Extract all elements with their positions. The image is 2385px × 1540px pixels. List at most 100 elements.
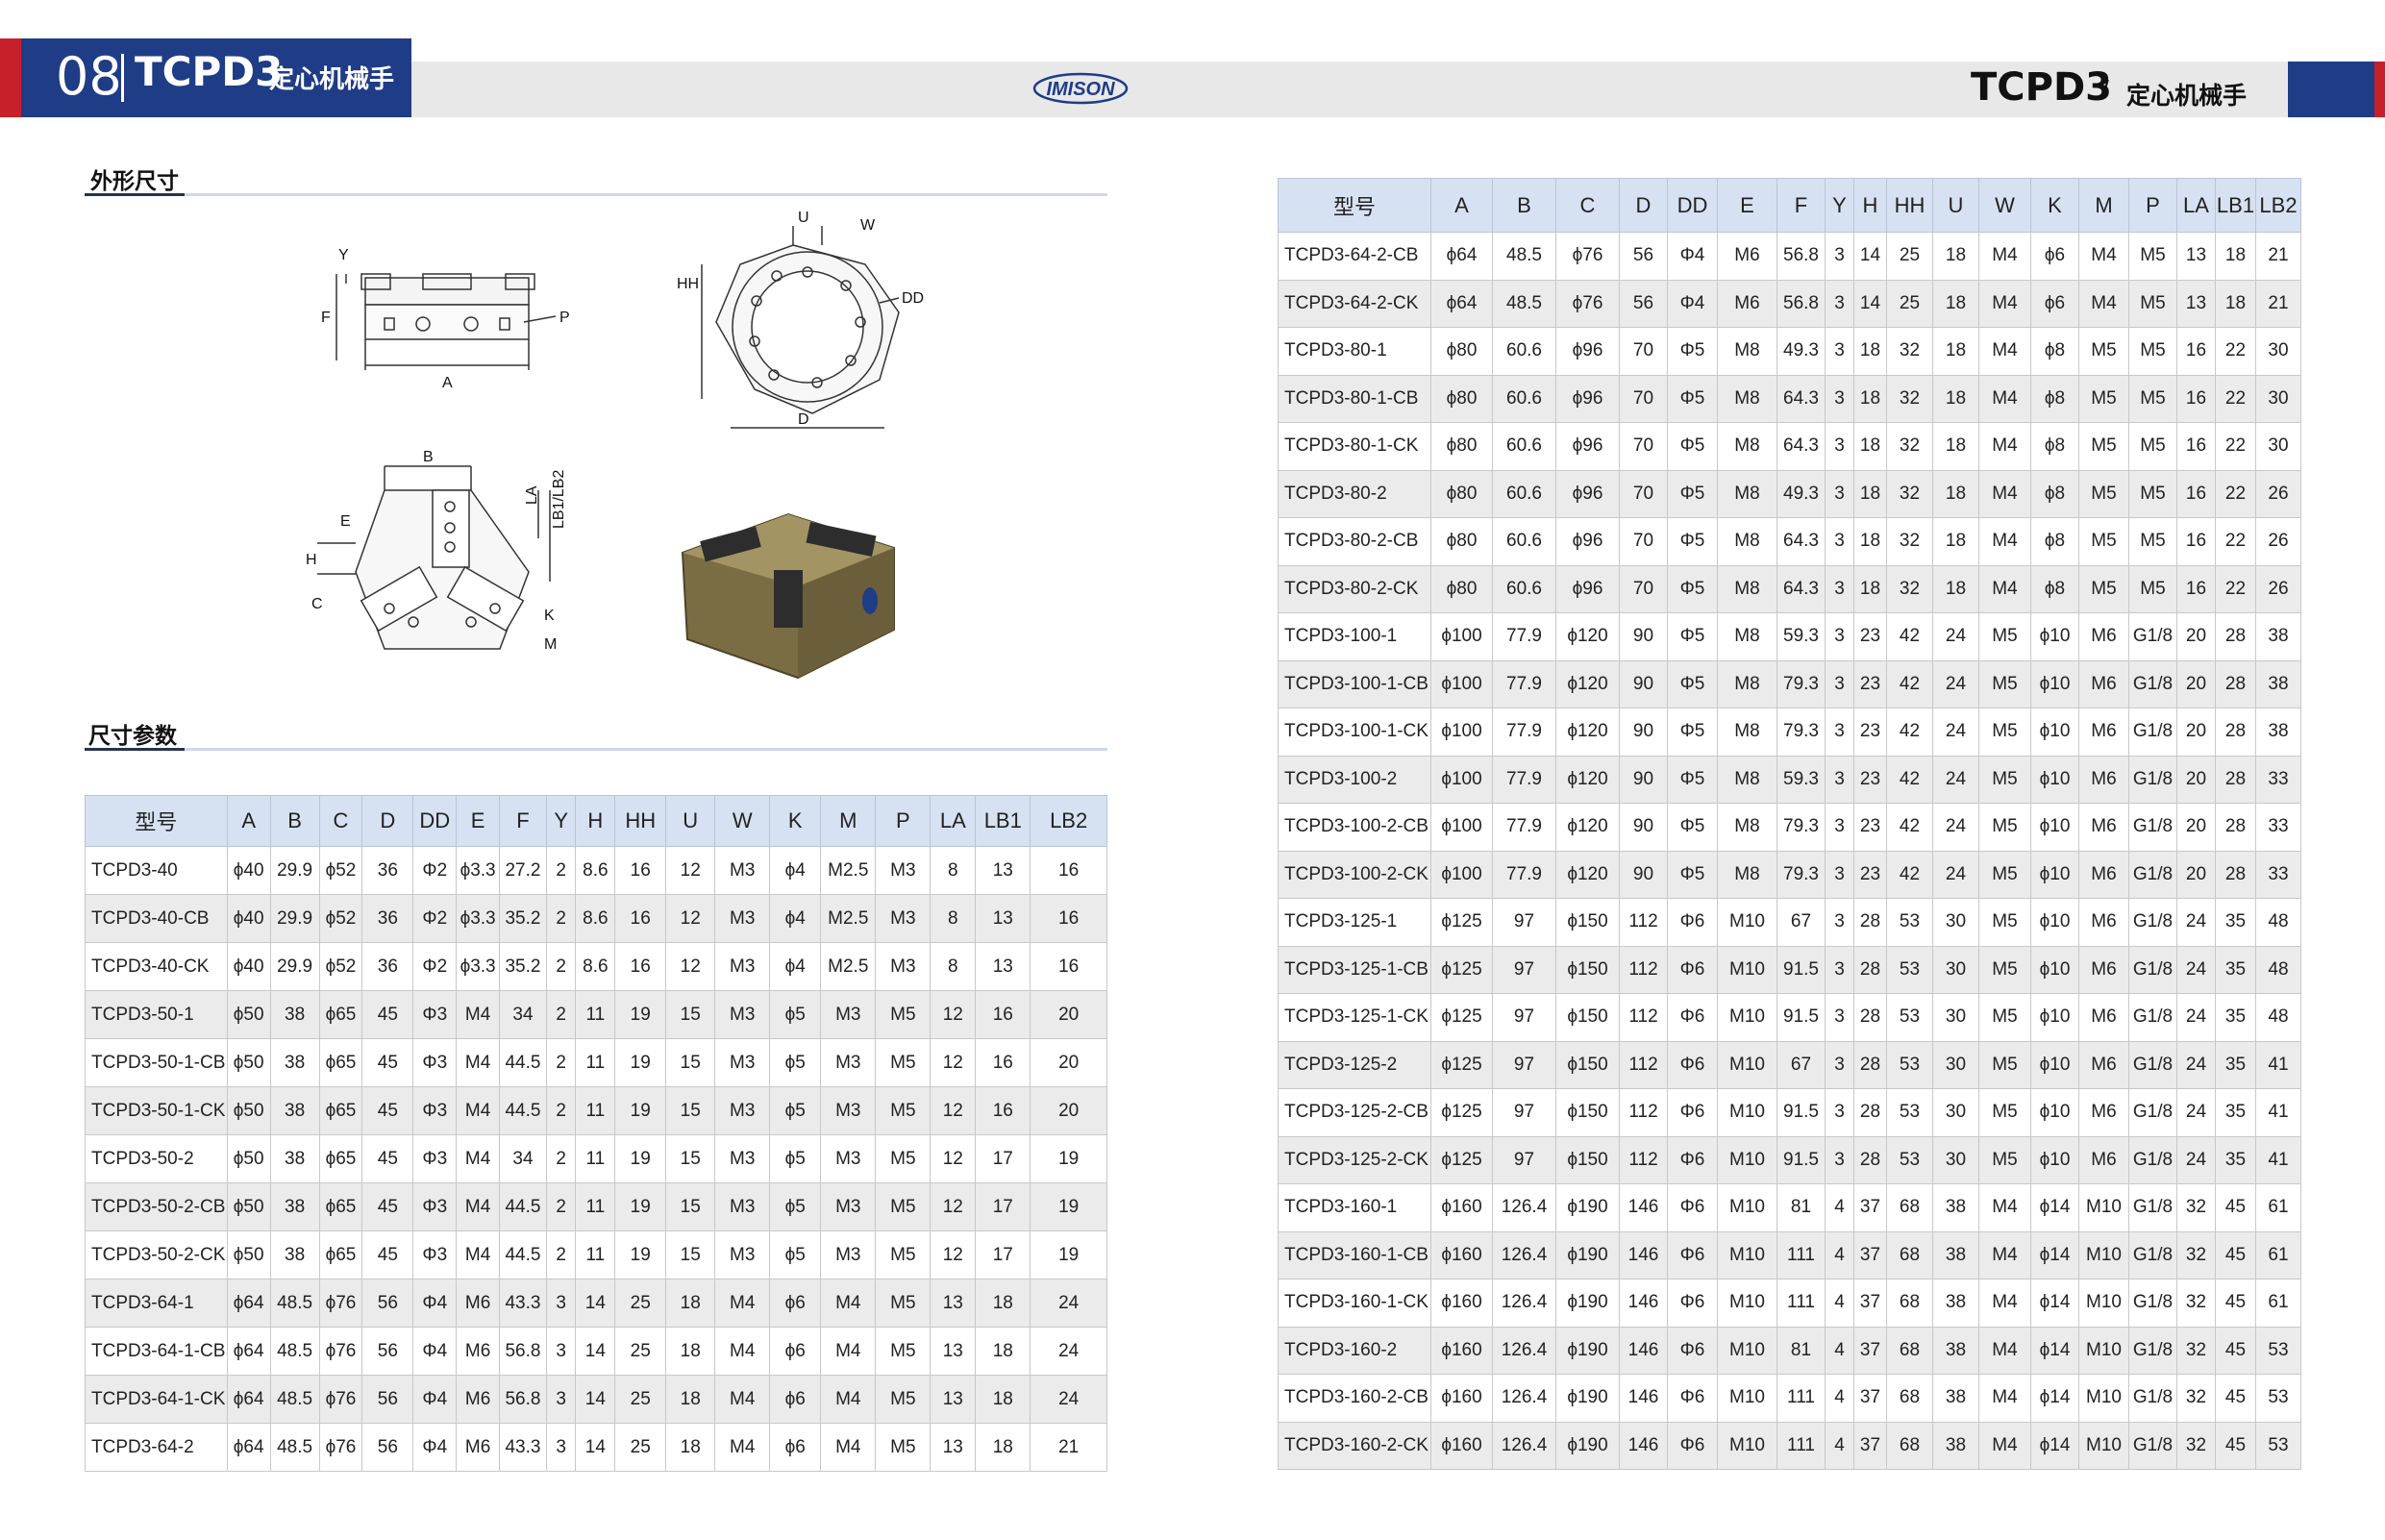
value-cell: M6 [2078,1040,2129,1089]
value-cell: ϕ120 [1555,755,1620,804]
value-cell: M5 [2078,374,2129,423]
value-cell: 15 [665,1134,716,1183]
value-cell: 35 [2215,1040,2256,1089]
value-cell: 20 [2176,612,2216,661]
value-cell: G1/8 [2128,612,2177,661]
value-cell: 44.5 [499,1230,547,1279]
value-cell: 38 [1932,1374,1979,1423]
value-cell: M5 [2078,469,2129,518]
value-cell: M4 [1978,1230,2031,1279]
column-header-18: LB2 [1030,795,1107,847]
value-cell: 14 [575,1279,616,1328]
value-cell: 56.8 [499,1327,547,1376]
value-cell: 25 [1886,232,1933,281]
value-cell: 81 [1776,1326,1826,1375]
value-cell: 11 [575,1230,616,1279]
model-cell: TCPD3-40-CK [85,942,228,991]
column-header-8: Y [1825,178,1854,233]
value-cell: 90 [1619,708,1668,757]
model-cell: TCPD3-64-2 [85,1423,228,1472]
value-cell: ϕ150 [1555,993,1620,1042]
value-cell: 77.9 [1492,850,1556,899]
dim-k-label: K [544,608,555,624]
value-cell: 12 [930,990,977,1039]
value-cell: 12 [665,846,716,895]
value-cell: 28 [2215,755,2256,804]
value-cell: 4 [1825,1183,1854,1232]
value-cell: ϕ160 [1430,1183,1493,1232]
table-row: TCPD3-125-2-CK ϕ125 97 ϕ150 112 Φ6 M10 91.5 3 28 5… [1278,1135,2301,1184]
value-cell: 79.3 [1776,659,1826,708]
value-cell: M6 [2078,1088,2129,1137]
value-cell: ϕ65 [318,1134,363,1183]
value-cell: 126.4 [1492,1326,1556,1375]
value-cell: 18 [1932,327,1979,376]
value-cell: ϕ125 [1430,993,1493,1042]
value-cell: 36 [361,846,414,895]
table-row: TCPD3-160-1 ϕ160 126.4 ϕ190 146 Φ6 M10 81 4 37 68 3… [1278,1183,2301,1232]
value-cell: 2 [545,1230,577,1279]
value-cell: M4 [820,1375,877,1424]
value-cell: 33 [2255,803,2301,852]
value-cell: 29.9 [269,846,320,895]
value-cell: ϕ190 [1555,1374,1620,1423]
value-cell: 8.6 [575,942,616,991]
value-cell: M10 [2078,1230,2129,1279]
value-cell: 32 [1886,327,1933,376]
value-cell: 30 [2255,327,2301,376]
value-cell: M3 [820,1182,877,1231]
value-cell: 112 [1619,898,1668,947]
value-cell: 48 [2255,993,2301,1042]
value-cell: Φ5 [1667,564,1718,613]
value-cell: M5 [875,1086,932,1135]
value-cell: 81 [1776,1183,1826,1232]
value-cell: M3 [820,1230,877,1279]
value-cell: 38 [2255,708,2301,757]
value-cell: ϕ96 [1555,564,1620,613]
value-cell: M5 [2078,564,2129,613]
value-cell: 4 [1825,1421,1854,1470]
value-cell: Φ2 [412,846,458,895]
value-cell: Φ5 [1667,469,1718,518]
table-row: TCPD3-64-1-CK ϕ64 48.5 ϕ76 56 Φ4 M6 56.8 3 14 25 18… [85,1375,1107,1424]
value-cell: M10 [2078,1421,2129,1470]
value-cell: 19 [1030,1230,1107,1279]
value-cell: 33 [2255,755,2301,804]
value-cell: 44.5 [499,1086,547,1135]
table-row: TCPD3-40 ϕ40 29.9 ϕ52 36 Φ2 ϕ3.3 27.2 2 8.6 16 12 M3… [85,846,1107,895]
value-cell: Φ6 [1667,1230,1718,1279]
value-cell: 12 [665,894,716,943]
table-row: TCPD3-100-2-CK ϕ100 77.9 ϕ120 90 Φ5 M8 79.3 3 23 4… [1278,850,2301,899]
value-cell: ϕ64 [226,1375,271,1424]
value-cell: Φ3 [412,1086,458,1135]
value-cell: 32 [2176,1421,2216,1470]
table-row: TCPD3-160-2 ϕ160 126.4 ϕ190 146 Φ6 M10 81 4 37 68 3… [1278,1326,2301,1375]
value-cell: 37 [1853,1421,1887,1470]
value-cell: 111 [1776,1279,1826,1328]
value-cell: 13 [975,942,1031,991]
value-cell: ϕ5 [769,1038,822,1087]
outline-section-rule [85,193,1107,196]
value-cell: 4 [1825,1326,1854,1375]
value-cell: ϕ8 [2030,374,2079,423]
value-cell: 14 [575,1423,616,1472]
value-cell: 18 [1932,422,1979,471]
value-cell: 19 [614,1038,667,1087]
value-cell: G1/8 [2128,1326,2177,1375]
value-cell: ϕ125 [1430,898,1493,947]
value-cell: 70 [1619,422,1668,471]
value-cell: 16 [1030,942,1107,991]
value-cell: ϕ80 [1430,374,1493,423]
value-cell: 16 [614,942,667,991]
table-row: TCPD3-50-1-CK ϕ50 38 ϕ65 45 Φ3 M4 44.5 2 11 19 15 M3… [85,1086,1107,1135]
value-cell: 29.9 [269,942,320,991]
value-cell: 4 [1825,1374,1854,1423]
value-cell: M4 [2078,232,2129,281]
value-cell: 18 [665,1423,716,1472]
value-cell: 48.5 [269,1279,320,1328]
value-cell: ϕ50 [226,1182,271,1231]
model-cell: TCPD3-80-2 [1278,469,1431,518]
value-cell: 68 [1886,1183,1933,1232]
value-cell: M10 [1717,1183,1777,1232]
value-cell: 19 [614,990,667,1039]
